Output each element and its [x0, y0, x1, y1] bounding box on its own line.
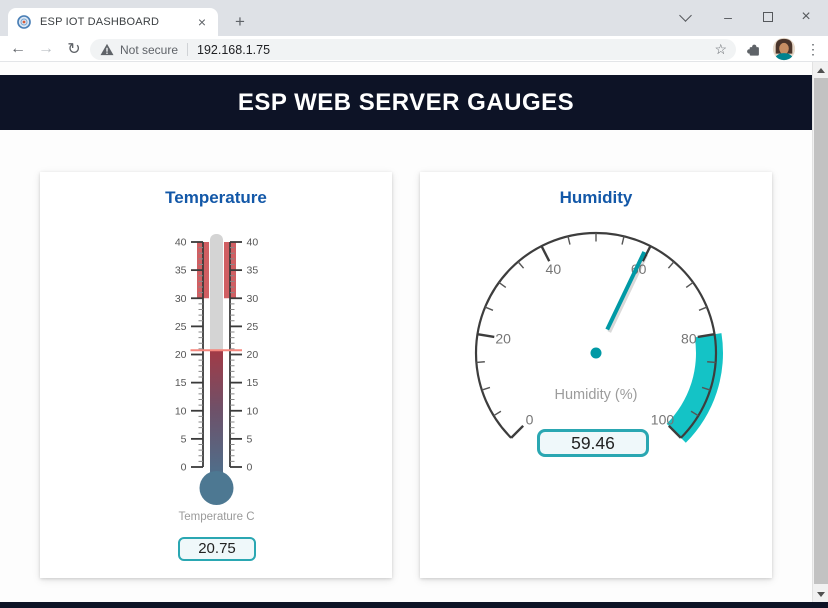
svg-text:30: 30 — [175, 293, 187, 305]
svg-text:20: 20 — [175, 349, 187, 361]
svg-text:40: 40 — [546, 261, 562, 277]
window-minimize-button[interactable]: – — [715, 4, 741, 30]
browser-toolbar: ← → ↻ Not secure 192.168.1.75 ☆ — [0, 36, 828, 62]
svg-text:15: 15 — [175, 377, 187, 389]
svg-text:25: 25 — [247, 321, 259, 333]
favicon-icon — [16, 14, 32, 30]
address-bar[interactable]: Not secure 192.168.1.75 ☆ — [90, 39, 736, 60]
scrollbar-down-icon[interactable] — [813, 586, 828, 602]
temperature-card: Temperature 0055101015152020252530303535… — [40, 172, 392, 578]
svg-text:0: 0 — [181, 462, 187, 474]
svg-text:35: 35 — [175, 265, 187, 277]
svg-text:30: 30 — [247, 293, 259, 305]
browser-tab[interactable]: ESP IOT DASHBOARD × — [8, 8, 218, 36]
svg-text:35: 35 — [247, 265, 259, 277]
svg-text:100: 100 — [651, 411, 675, 427]
url-text: 192.168.1.75 — [197, 43, 270, 57]
omnibox-divider — [187, 43, 188, 56]
svg-text:40: 40 — [175, 237, 187, 249]
svg-text:5: 5 — [181, 433, 187, 445]
svg-text:25: 25 — [175, 321, 187, 333]
back-icon[interactable]: ← — [4, 40, 32, 58]
extensions-puzzle-icon[interactable] — [745, 41, 762, 58]
svg-text:40: 40 — [247, 237, 259, 249]
bookmark-star-icon[interactable]: ☆ — [714, 41, 727, 58]
vertical-scrollbar[interactable] — [812, 62, 828, 602]
svg-text:10: 10 — [247, 405, 259, 417]
tab-title: ESP IOT DASHBOARD — [40, 16, 194, 28]
svg-text:Humidity (%): Humidity (%) — [555, 387, 638, 403]
svg-text:0: 0 — [526, 411, 534, 427]
forward-icon[interactable]: → — [32, 40, 60, 58]
window-close-button[interactable]: × — [793, 4, 819, 30]
scrollbar-up-icon[interactable] — [813, 62, 828, 78]
humidity-radial-gauge: 020406080100Humidity (%) — [420, 172, 772, 578]
not-secure-warning-icon — [100, 43, 114, 56]
page-footer — [0, 602, 828, 608]
page-content: ESP WEB SERVER GAUGES Temperature 005510… — [0, 62, 828, 608]
tab-close-icon[interactable]: × — [194, 14, 210, 30]
tab-search-chevron-icon[interactable] — [672, 4, 698, 30]
security-label: Not secure — [120, 43, 178, 57]
page-title: ESP WEB SERVER GAUGES — [0, 75, 812, 130]
svg-text:15: 15 — [247, 377, 259, 389]
svg-text:80: 80 — [681, 330, 697, 346]
svg-text:0: 0 — [247, 462, 253, 474]
svg-text:Temperature C: Temperature C — [178, 511, 254, 523]
new-tab-button[interactable]: + — [228, 10, 252, 34]
temperature-thermometer-gauge: 0 0 5 5 10 10 15 15 20 20 25 25 30 30 35 35 40 40 Temperat… — [40, 172, 392, 578]
browser-menu-icon[interactable]: ⋮ — [806, 41, 820, 58]
reload-icon[interactable]: ↻ — [60, 39, 88, 59]
profile-avatar[interactable] — [772, 37, 796, 61]
page-header: ESP WEB SERVER GAUGES — [0, 75, 812, 130]
window-maximize-button[interactable] — [755, 4, 781, 30]
humidity-card: Humidity 020406080100Humidity (%) 59.46 — [420, 172, 772, 578]
svg-text:20: 20 — [495, 330, 511, 346]
scrollbar-thumb[interactable] — [814, 78, 828, 584]
tab-strip: ESP IOT DASHBOARD × + – × — [0, 0, 828, 36]
svg-text:20: 20 — [247, 349, 259, 361]
svg-text:5: 5 — [247, 433, 253, 445]
temperature-value-box: 20.75 — [178, 537, 256, 561]
humidity-value-box: 59.46 — [537, 429, 649, 457]
svg-text:10: 10 — [175, 405, 187, 417]
